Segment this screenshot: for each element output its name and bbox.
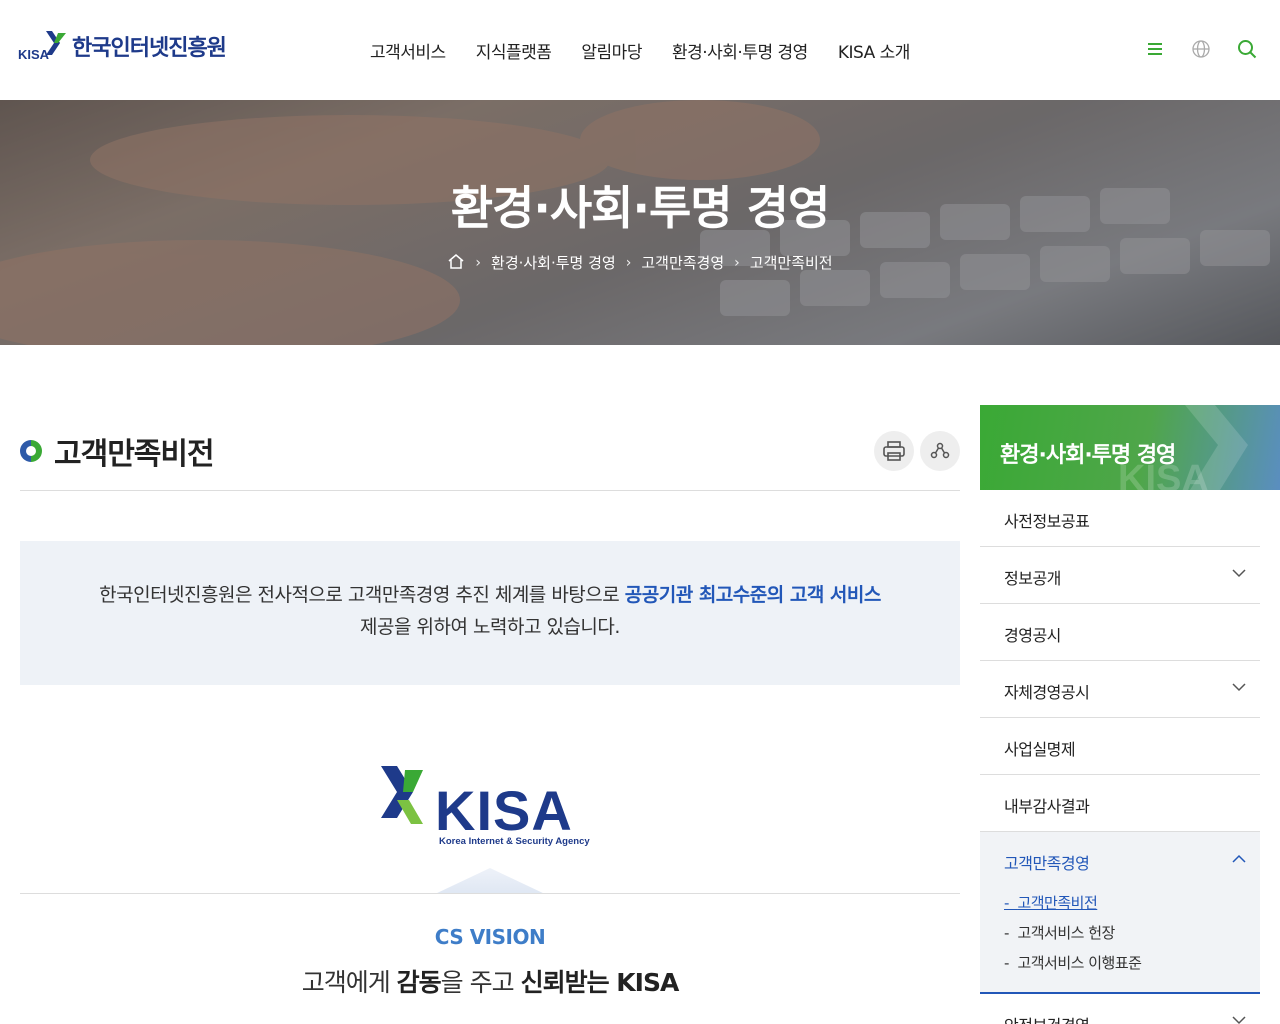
- side-nav-label: 사전정보공표: [1004, 512, 1090, 531]
- svg-text:KISA: KISA: [435, 779, 573, 842]
- side-nav-label: 경영공시: [1004, 626, 1061, 645]
- side-subnav-item-service-charter[interactable]: - 고객서비스 헌장: [1004, 922, 1141, 943]
- print-button[interactable]: [874, 431, 914, 471]
- side-nav-label: 정보공개: [1004, 569, 1061, 588]
- side-subnav-item-cs-vision[interactable]: - 고객만족비전: [1004, 892, 1141, 913]
- side-nav-item-cs-management[interactable]: 고객만족경영 - 고객만족비전 - 고객서비스 헌장 - 고객서비스 이행표준: [980, 832, 1260, 994]
- intro-line-1: 한국인터넷진흥원은 전사적으로 고객만족경영 추진 체계를 바탕으로 공공기관 …: [20, 579, 960, 611]
- side-subnav: - 고객만족비전 - 고객서비스 헌장 - 고객서비스 이행표준: [1004, 892, 1142, 982]
- breadcrumb-item-cs-vision[interactable]: 고객만족비전: [750, 252, 833, 273]
- vision-label: CS VISION: [434, 925, 546, 949]
- side-nav-label: 내부감사결과: [1004, 797, 1090, 816]
- side-nav-title: 환경·사회·투명 경영: [1000, 443, 1176, 468]
- side-nav-label: 고객만족경영: [1004, 854, 1090, 873]
- global-nav: 고객서비스 지식플랫폼 알림마당 환경·사회·투명 경영 KISA 소개: [370, 38, 910, 63]
- side-nav-label: 사업실명제: [1004, 740, 1076, 759]
- side-subnav-item-service-standard[interactable]: - 고객서비스 이행표준: [1004, 952, 1142, 973]
- page-header: 고객만족비전: [20, 429, 960, 491]
- vision-text-part: 고객에게: [301, 968, 397, 997]
- side-nav-list: 사전정보공표 정보공개 경영공시 자체경영공시 사업실명제 내부감사결과 고객만…: [980, 490, 1260, 1024]
- nav-about-kisa[interactable]: KISA 소개: [838, 38, 911, 63]
- side-nav-label: 자체경영공시: [1004, 683, 1090, 702]
- side-subnav-label: 고객만족비전: [1017, 894, 1098, 912]
- chevron-down-icon: [1232, 1016, 1246, 1024]
- svg-text:KISA: KISA: [18, 47, 50, 62]
- logo-text: 한국인터넷진흥원: [72, 36, 227, 61]
- side-nav-item-project-real-name[interactable]: 사업실명제: [980, 718, 1260, 775]
- search-icon[interactable]: [1236, 38, 1258, 60]
- vision-text-part: KISA: [608, 968, 679, 997]
- chevron-right-icon: ›: [475, 254, 482, 271]
- share-icon: [930, 442, 950, 459]
- hero-title: 환경·사회·투명 경영: [450, 181, 831, 235]
- nav-knowledge-platform[interactable]: 지식플랫폼: [476, 38, 552, 63]
- svg-text:Korea Internet & Security Agen: Korea Internet & Security Agency: [439, 836, 590, 847]
- side-nav-label: 안전보건경영: [1004, 1016, 1090, 1024]
- vision-text-emphasis: 신뢰받는: [520, 968, 610, 997]
- side-nav-item-internal-audit[interactable]: 내부감사결과: [980, 775, 1260, 832]
- kisa-large-logo: KISA Korea Internet & Security Agency: [381, 766, 590, 847]
- chevron-down-icon: [1232, 683, 1246, 692]
- nav-notice[interactable]: 알림마당: [581, 38, 642, 63]
- page-title: 고객만족비전: [54, 437, 215, 472]
- side-nav-item-safety-health[interactable]: 안전보건경영: [980, 994, 1260, 1024]
- side-subnav-label: 고객서비스 헌장: [1017, 924, 1115, 942]
- printer-icon: [883, 441, 905, 461]
- menu-icon[interactable]: [1144, 38, 1166, 60]
- side-nav: KISA 환경·사회·투명 경영 사전정보공표 정보공개 경영공시 자체경영공시…: [980, 405, 1280, 1024]
- chevron-right-icon: ›: [734, 254, 740, 271]
- side-subnav-label: 고객서비스 이행표준: [1017, 954, 1142, 972]
- kisa-mark-icon: KISA: [18, 31, 66, 62]
- breadcrumb: › 환경·사회·투명 경영 › 고객만족경영 › 고객만족비전: [0, 252, 1280, 273]
- intro-line-2: 제공을 위하여 노력하고 있습니다.: [360, 616, 620, 638]
- globe-icon[interactable]: [1190, 38, 1212, 60]
- side-nav-item-management-disclosure[interactable]: 경영공시: [980, 604, 1260, 661]
- chevron-down-icon: [1232, 569, 1246, 578]
- breadcrumb-item-cs-management[interactable]: 고객만족경영: [641, 252, 724, 273]
- intro-box: 한국인터넷진흥원은 전사적으로 고객만족경영 추진 체계를 바탕으로 공공기관 …: [20, 541, 960, 685]
- nav-customer-service[interactable]: 고객서비스: [370, 38, 446, 63]
- breadcrumb-item-esg[interactable]: 환경·사회·투명 경영: [491, 252, 616, 273]
- home-icon[interactable]: [447, 253, 465, 273]
- intro-highlight: 공공기관 최고수준의 고객 서비스: [624, 584, 882, 606]
- intro-text: 한국인터넷진흥원은 전사적으로 고객만족경영 추진 체계를 바탕으로: [99, 584, 625, 606]
- site-header: KISA 한국인터넷진흥원 고객서비스 지식플랫폼 알림마당 환경·사회·투명 …: [0, 0, 1280, 100]
- side-nav-header: KISA 환경·사회·투명 경영: [980, 405, 1280, 490]
- share-button[interactable]: [920, 431, 960, 471]
- chevron-up-icon: [1232, 854, 1246, 863]
- vision-divider: [20, 893, 960, 894]
- title-bullet-icon: [20, 440, 42, 462]
- side-nav-item-prior-disclosure[interactable]: 사전정보공표: [980, 490, 1260, 547]
- main-content: 고객만족비전 한국인터넷진흥원은 전사적으로 고객만족경영 추진 체계를 바탕으…: [20, 345, 960, 1024]
- side-nav-item-info-disclosure[interactable]: 정보공개: [980, 547, 1260, 604]
- chevron-right-icon: ›: [625, 254, 632, 271]
- nav-esg[interactable]: 환경·사회·투명 경영: [672, 38, 808, 63]
- header-utilities: [1144, 38, 1258, 60]
- side-nav-item-self-disclosure[interactable]: 자체경영공시: [980, 661, 1260, 718]
- vision-text-part: 을 주고: [440, 968, 521, 997]
- hero-banner: 환경·사회·투명 경영 › 환경·사회·투명 경영 › 고객만족경영 › 고객만…: [0, 100, 1280, 345]
- kisa-logo[interactable]: KISA 한국인터넷진흥원: [18, 26, 227, 66]
- vision-divider-triangle: [435, 868, 545, 894]
- vision-statement: 고객에게 감동을 주고 신뢰받는 KISA: [20, 963, 960, 999]
- vision-text-emphasis: 감동: [396, 968, 442, 997]
